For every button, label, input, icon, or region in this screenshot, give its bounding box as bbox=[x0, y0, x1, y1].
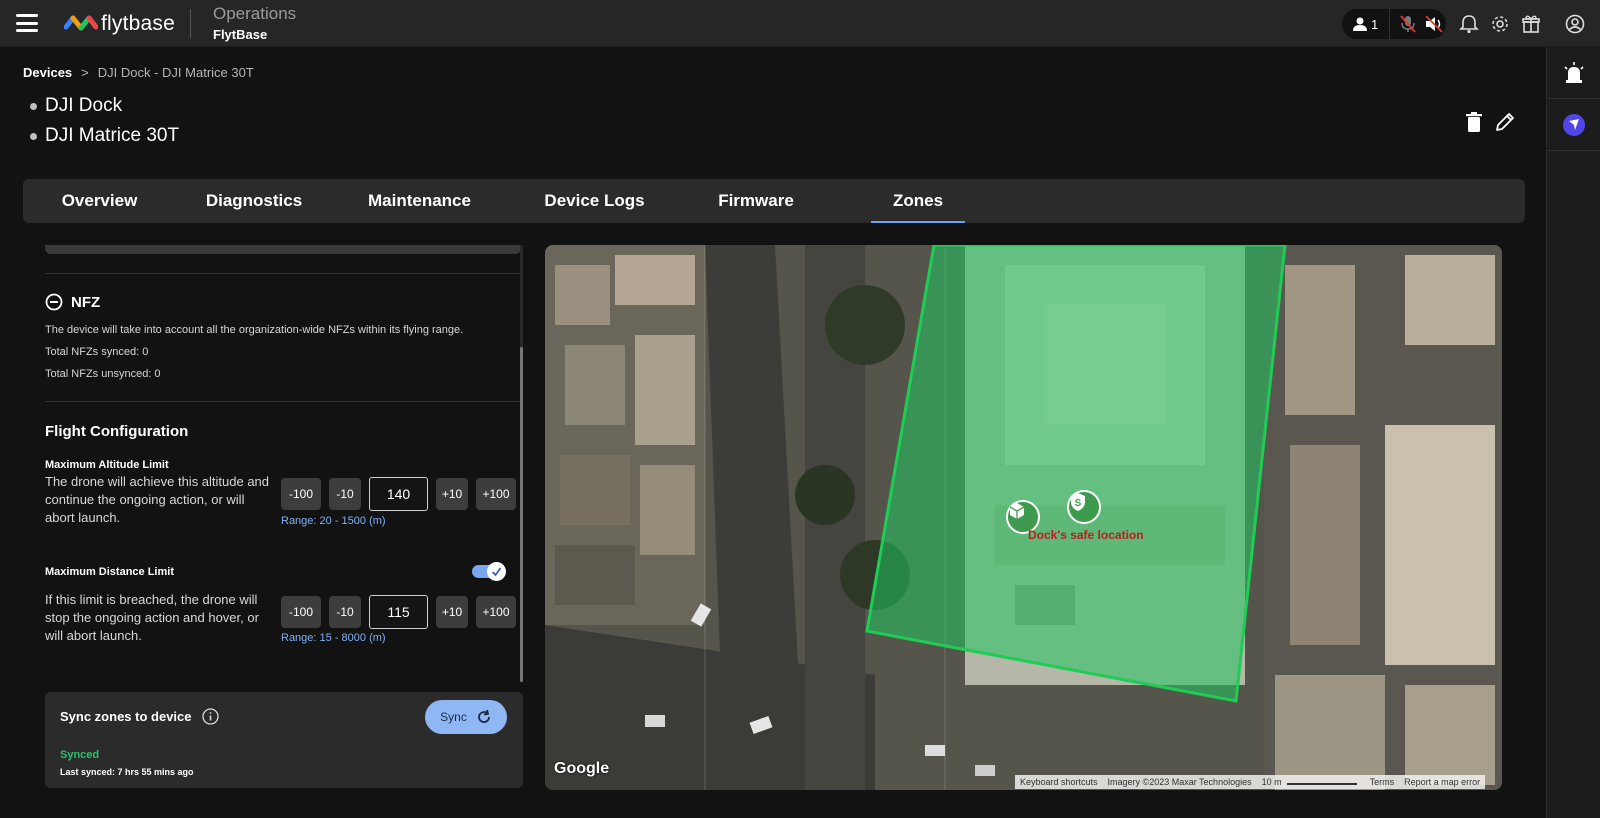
distance-plus-100-button[interactable]: +100 bbox=[476, 596, 516, 628]
nfz-unsynced-count: Total NFZs unsynced: 0 bbox=[45, 368, 161, 380]
panel-scrollbar-thumb[interactable] bbox=[520, 347, 523, 682]
altitude-minus-100-button[interactable]: -100 bbox=[281, 478, 321, 510]
bell-icon[interactable] bbox=[1459, 14, 1479, 34]
logo-text: flytbase bbox=[101, 12, 175, 35]
top-bar: flytbase Operations FlytBase 1 bbox=[0, 0, 1600, 47]
account-icon[interactable] bbox=[1565, 14, 1585, 34]
siren-icon bbox=[1564, 61, 1584, 83]
distance-minus-10-button[interactable]: -10 bbox=[329, 596, 361, 628]
svg-text:S: S bbox=[1075, 498, 1082, 509]
brand-divider bbox=[190, 9, 191, 38]
delete-icon[interactable] bbox=[1463, 111, 1485, 133]
device-name-drone: DJI Matrice 30T bbox=[30, 125, 179, 147]
session-pill: 1 bbox=[1342, 9, 1446, 39]
device-name: DJI Matrice 30T bbox=[45, 125, 180, 146]
map-scale: 10 m bbox=[1261, 777, 1282, 787]
sync-status: Synced bbox=[60, 749, 100, 761]
zones-settings-panel: NFZ The device will take into account al… bbox=[45, 245, 523, 685]
bullet bbox=[30, 132, 37, 140]
altitude-minus-10-button[interactable]: -10 bbox=[329, 478, 361, 510]
gear-icon[interactable] bbox=[1490, 14, 1510, 34]
tab-firmware[interactable]: Firmware bbox=[682, 179, 830, 223]
distance-stepper: -100 -10 +10 +100 bbox=[281, 595, 523, 629]
collapsed-section bbox=[45, 245, 521, 254]
speaker-muted-icon[interactable] bbox=[1424, 15, 1444, 33]
distance-minus-100-button[interactable]: -100 bbox=[281, 596, 321, 628]
device-tabs: Overview Diagnostics Maintenance Device … bbox=[23, 179, 1525, 223]
divider bbox=[45, 401, 521, 402]
imagery-credit: Imagery ©2023 Maxar Technologies bbox=[1107, 777, 1252, 787]
sync-card: Sync zones to device Sync Synced Last sy… bbox=[45, 692, 523, 788]
check-icon bbox=[491, 567, 502, 577]
shield-icon: S bbox=[1071, 493, 1085, 511]
altitude-plus-100-button[interactable]: +100 bbox=[476, 478, 516, 510]
altitude-stepper: -100 -10 +10 +100 bbox=[281, 477, 523, 511]
keyboard-shortcuts-link[interactable]: Keyboard shortcuts bbox=[1015, 777, 1103, 787]
tab-maintenance[interactable]: Maintenance bbox=[332, 179, 507, 223]
flytbase-logo-icon bbox=[64, 15, 98, 31]
breadcrumb-separator: > bbox=[81, 65, 89, 80]
box-icon bbox=[1009, 503, 1025, 519]
nfz-synced-count: Total NFZs synced: 0 bbox=[45, 346, 149, 358]
mic-muted-icon[interactable] bbox=[1400, 15, 1416, 33]
rail-flight-log[interactable] bbox=[1547, 99, 1600, 151]
altitude-limit-label: Maximum Altitude Limit bbox=[45, 459, 169, 471]
nfz-description: The device will take into account all th… bbox=[45, 324, 464, 336]
distance-range: Range: 15 - 8000 (m) bbox=[281, 632, 386, 644]
refresh-icon bbox=[477, 709, 490, 723]
nfz-heading: NFZ bbox=[45, 293, 100, 311]
sync-button[interactable]: Sync bbox=[425, 700, 507, 734]
toggle-knob bbox=[487, 562, 506, 581]
distance-plus-10-button[interactable]: +10 bbox=[436, 596, 468, 628]
info-icon[interactable] bbox=[201, 708, 219, 725]
safe-location-label: Dock's safe location bbox=[1028, 528, 1144, 542]
tab-diagnostics[interactable]: Diagnostics bbox=[176, 179, 332, 223]
flytbase-logo[interactable]: flytbase bbox=[64, 11, 175, 37]
distance-limit-toggle[interactable] bbox=[472, 562, 506, 581]
sync-title: Sync zones to device bbox=[60, 709, 192, 724]
distance-limit-label: Maximum Distance Limit bbox=[45, 566, 174, 578]
distance-limit-description: If this limit is breached, the drone wil… bbox=[45, 592, 259, 643]
altitude-range: Range: 20 - 1500 (m) bbox=[281, 515, 386, 527]
safe-location-marker[interactable]: S bbox=[1067, 490, 1101, 524]
org-name[interactable]: FlytBase bbox=[213, 27, 267, 42]
navigation-icon bbox=[1563, 113, 1585, 136]
report-map-error-link[interactable]: Report a map error bbox=[1399, 777, 1485, 787]
flight-config-title: Flight Configuration bbox=[45, 423, 189, 440]
breadcrumb: Devices > DJI Dock - DJI Matrice 30T bbox=[23, 65, 254, 80]
breadcrumb-current: DJI Dock - DJI Matrice 30T bbox=[97, 65, 254, 80]
altitude-limit-description: The drone will achieve this altitude and… bbox=[45, 474, 270, 525]
map-attribution: Keyboard shortcuts Imagery ©2023 Maxar T… bbox=[1015, 775, 1486, 789]
no-entry-icon bbox=[45, 293, 63, 311]
device-name-dock: DJI Dock bbox=[30, 95, 122, 117]
google-logo: Google bbox=[554, 760, 610, 777]
device-name: DJI Dock bbox=[45, 95, 123, 116]
scale-bar bbox=[1286, 780, 1357, 785]
rail-alerts[interactable] bbox=[1547, 47, 1600, 99]
altitude-plus-10-button[interactable]: +10 bbox=[436, 478, 468, 510]
tab-device-logs[interactable]: Device Logs bbox=[507, 179, 682, 223]
tab-zones[interactable]: Zones bbox=[871, 179, 965, 223]
user-icon bbox=[1353, 17, 1367, 31]
right-rail bbox=[1546, 47, 1600, 818]
divider bbox=[45, 273, 521, 274]
tab-overview[interactable]: Overview bbox=[23, 179, 176, 223]
nfz-title: NFZ bbox=[71, 293, 101, 311]
users-online[interactable]: 1 bbox=[1342, 9, 1390, 39]
last-synced: Last synced: 7 hrs 55 mins ago bbox=[60, 767, 194, 777]
bullet bbox=[30, 102, 37, 110]
distance-input[interactable] bbox=[369, 595, 428, 629]
terms-link[interactable]: Terms bbox=[1365, 777, 1400, 787]
breadcrumb-devices[interactable]: Devices bbox=[23, 65, 72, 80]
users-count: 1 bbox=[1371, 16, 1379, 32]
gift-icon[interactable] bbox=[1521, 14, 1541, 34]
edit-icon[interactable] bbox=[1494, 111, 1516, 133]
altitude-input[interactable] bbox=[369, 477, 428, 511]
zones-map[interactable]: S Dock's safe location Google Keyboard s… bbox=[545, 245, 1502, 790]
app-title: Operations bbox=[213, 4, 297, 23]
sync-button-label: Sync bbox=[440, 710, 467, 724]
sync-title-row: Sync zones to device bbox=[60, 708, 219, 725]
menu-icon[interactable] bbox=[16, 14, 38, 32]
